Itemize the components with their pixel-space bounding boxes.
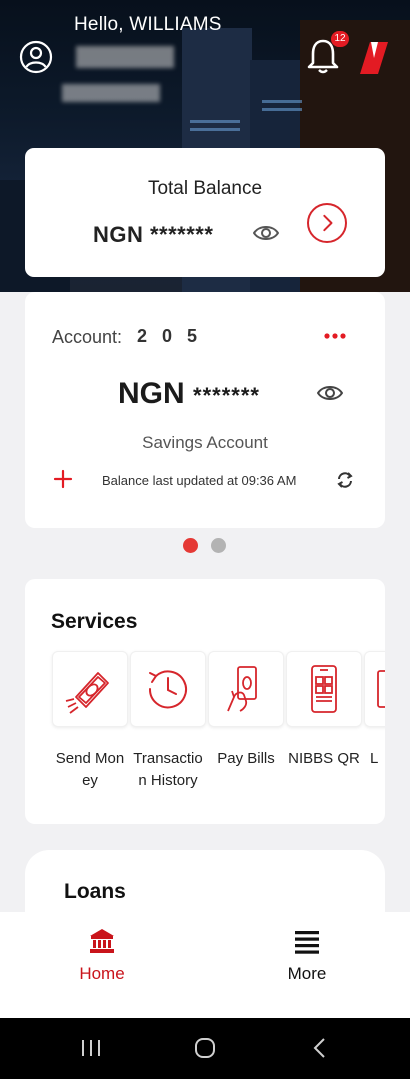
history-icon (148, 670, 187, 709)
menu-icon (295, 931, 319, 954)
account-currency: NGN (118, 377, 185, 410)
total-balance-title: Total Balance (147, 178, 263, 199)
carousel-dot-active[interactable] (183, 538, 198, 553)
more-options-icon[interactable] (321, 330, 349, 342)
service-pay-bills[interactable]: Pay Bills (208, 651, 284, 770)
service-nibbs-qr[interactable]: NIBBS QR (286, 651, 362, 770)
redacted-name (62, 84, 160, 102)
nav-more-label: More (287, 964, 327, 983)
home-icon[interactable] (193, 1036, 217, 1060)
system-navigation-bar (0, 1018, 410, 1079)
account-balance: NGN ******* (118, 377, 260, 411)
uba-logo-icon (360, 42, 388, 74)
partial-service-icon (377, 670, 385, 708)
bank-icon (90, 929, 114, 953)
service-label: NIBBS QR (288, 750, 360, 767)
account-card: Account: 2 0 5 NGN ******* Savings Accou… (25, 292, 385, 528)
service-nibbs-qr-tile[interactable] (286, 651, 362, 727)
service-partial-tile[interactable] (364, 651, 385, 727)
service-label: Transaction History (133, 750, 203, 789)
redacted-name (76, 46, 174, 68)
loans-title: Loans (64, 880, 126, 903)
service-send-money-tile[interactable] (52, 651, 128, 727)
total-balance-card: Total Balance NGN ******* (25, 148, 385, 277)
balance-updated-text: Balance last updated at 09:36 AM (102, 473, 297, 488)
add-account-plus-icon[interactable] (53, 469, 73, 489)
recent-apps-icon[interactable] (79, 1036, 103, 1060)
carousel-dot[interactable] (211, 538, 226, 553)
bottom-navigation: Home More (0, 912, 410, 1018)
total-balance-arrow-button[interactable] (307, 203, 347, 243)
notification-badge: 12 (331, 31, 349, 47)
refresh-icon[interactable] (335, 470, 355, 490)
show-balance-eye-icon[interactable] (253, 223, 279, 243)
nav-home[interactable]: Home (57, 927, 147, 984)
back-icon[interactable] (308, 1036, 332, 1060)
account-label: Account: (52, 327, 123, 347)
qr-phone-icon (311, 665, 337, 713)
service-label: Send Money (55, 750, 125, 789)
service-label: L (370, 750, 379, 767)
services-title: Services (51, 610, 138, 633)
nav-more[interactable]: More (262, 927, 352, 984)
account-masked-balance: ******* (193, 383, 260, 408)
services-card: Services Send Money Transaction History … (25, 579, 385, 824)
total-balance-amount: NGN ******* (93, 222, 214, 247)
greeting-text: Hello, WILLIAMS (74, 14, 222, 35)
show-account-balance-eye-icon[interactable] (317, 383, 343, 403)
account-number: 2 0 5 (137, 326, 203, 346)
nav-home-label: Home (79, 964, 125, 983)
send-money-icon (65, 672, 109, 714)
account-type: Savings Account (142, 433, 268, 452)
service-transaction-history[interactable]: Transaction History (130, 651, 206, 792)
pay-bills-icon (227, 666, 257, 712)
service-transaction-history-tile[interactable] (130, 651, 206, 727)
service-pay-bills-tile[interactable] (208, 651, 284, 727)
service-label: Pay Bills (217, 750, 275, 767)
service-partial[interactable]: L (364, 651, 385, 770)
profile-icon[interactable] (19, 40, 53, 74)
service-send-money[interactable]: Send Money (52, 651, 128, 792)
